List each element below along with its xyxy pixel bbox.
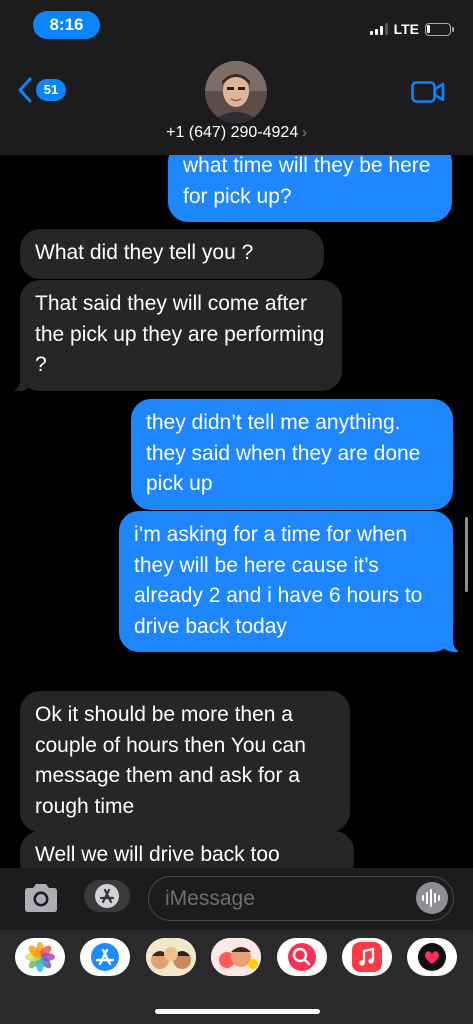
audio-message-button[interactable]: [416, 882, 448, 914]
network-type: LTE: [393, 21, 419, 37]
app-store-button[interactable]: [84, 880, 130, 912]
chevron-right-icon: ›: [302, 124, 307, 140]
photos-app-button[interactable]: [15, 938, 65, 976]
app-store-icon: [95, 884, 119, 908]
cellular-signal-icon: [369, 23, 388, 35]
app-store-icon: [91, 943, 119, 971]
imessage-app-drawer: [0, 930, 473, 1024]
image-search-icon: [288, 943, 316, 971]
contact-avatar[interactable]: [205, 61, 267, 123]
image-search-button[interactable]: [277, 938, 327, 976]
contact-name: +1 (647) 290-4924: [166, 124, 299, 141]
message-thread[interactable]: what time will they be here for pick up?…: [0, 155, 473, 868]
status-indicators: LTE: [369, 20, 454, 38]
imessage-input[interactable]: [165, 885, 405, 913]
animoji-icon: [211, 938, 261, 976]
animoji-button[interactable]: [211, 938, 261, 976]
waveform-icon: [422, 889, 440, 907]
app-store-app-button[interactable]: [80, 938, 130, 976]
photos-icon: [25, 942, 55, 972]
conversation-header: 8:16 LTE 51 +1 (647) 290-4924 ›: [0, 0, 473, 155]
message-bubble-incoming[interactable]: That said they will come after the pick …: [8, 280, 342, 391]
camera-icon: [25, 884, 57, 912]
unread-count-badge: 51: [36, 79, 66, 101]
status-time: 8:16: [33, 11, 100, 39]
camera-button[interactable]: [22, 882, 60, 919]
memoji-stickers-button[interactable]: [146, 938, 196, 976]
digital-touch-button[interactable]: [407, 938, 457, 976]
home-indicator[interactable]: [155, 1009, 320, 1014]
video-camera-icon: [411, 81, 445, 103]
scrollbar[interactable]: [465, 517, 468, 592]
chevron-left-icon: [18, 77, 32, 103]
imessage-input-field[interactable]: [148, 876, 454, 921]
message-bubble-incoming[interactable]: What did they tell you ?: [20, 229, 324, 279]
battery-icon: [425, 22, 454, 36]
message-bubble-outgoing[interactable]: i’m asking for a time for when they will…: [119, 511, 465, 652]
back-button[interactable]: 51: [18, 77, 66, 103]
memoji-stickers-icon: [146, 938, 196, 976]
message-bubble-incoming[interactable]: Well we will drive back too: [20, 831, 354, 868]
digital-touch-icon: [418, 943, 446, 971]
contact-photo: [205, 61, 267, 123]
message-bubble-outgoing[interactable]: what time will they be here for pick up?: [168, 155, 452, 222]
music-app-button[interactable]: [342, 938, 392, 976]
compose-bar: [0, 868, 473, 930]
music-icon: [352, 942, 382, 972]
facetime-video-button[interactable]: [411, 81, 445, 108]
message-bubble-incoming[interactable]: Ok it should be more then a couple of ho…: [20, 691, 350, 832]
message-bubble-outgoing[interactable]: they didn’t tell me anything. they said …: [131, 399, 453, 510]
battery-level: [427, 24, 430, 33]
contact-name-button[interactable]: +1 (647) 290-4924 ›: [0, 124, 473, 142]
